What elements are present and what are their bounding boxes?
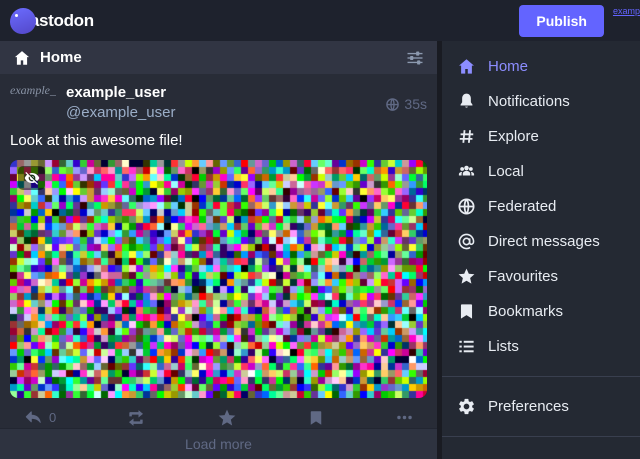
sidebar-item-notifications[interactable]: Notifications (442, 84, 640, 119)
sidebar-item-label: Federated (488, 198, 556, 215)
boost-button[interactable] (126, 408, 146, 428)
mastodon-app: mastodon Publish example Home example_us… (0, 0, 640, 459)
sidebar-item-home[interactable]: Home (442, 49, 640, 84)
bookmark-button[interactable] (307, 409, 325, 427)
sidebar-item-bookmarks[interactable]: Bookmarks (442, 294, 640, 329)
sidebar-item-about[interactable]: About (442, 449, 640, 459)
reply-icon (24, 408, 43, 427)
sidebar-item-label: Favourites (488, 268, 558, 285)
media-attachment[interactable] (10, 160, 427, 398)
ellipsis-icon (395, 408, 414, 427)
sidebar-item-direct-messages[interactable]: Direct messages (442, 224, 640, 259)
columns-area: Home example_user example_user @example_… (0, 41, 640, 459)
sidebar-item-label: Preferences (488, 398, 569, 415)
top-bar: mastodon Publish example (0, 0, 640, 41)
hide-media-button[interactable] (18, 166, 45, 190)
sidebar-divider (442, 376, 640, 377)
sidebar-item-label: Bookmarks (488, 303, 563, 320)
navigation-panel: Home Notifications Explore Local Federat… (442, 41, 640, 459)
status-content: Look at this awesome file! (10, 131, 427, 151)
list-icon (457, 337, 476, 356)
mastodon-logo[interactable]: mastodon (10, 8, 94, 34)
column-settings-button[interactable] (406, 49, 424, 67)
star-icon (457, 267, 476, 286)
bookmark-icon (457, 302, 476, 321)
globe-icon (457, 197, 476, 216)
bookmark-icon (307, 409, 325, 427)
sidebar-item-local[interactable]: Local (442, 154, 640, 189)
sidebar-item-preferences[interactable]: Preferences (442, 389, 640, 424)
status-post: example_user example_user @example_user … (0, 74, 437, 428)
status-meta[interactable]: 35s (385, 83, 427, 123)
topbar-actions: Publish example (519, 0, 640, 41)
sidebar-item-label: Home (488, 58, 528, 75)
avatar[interactable]: example_user (10, 83, 56, 123)
star-icon (217, 408, 237, 428)
sidebar-item-explore[interactable]: Explore (442, 119, 640, 154)
sidebar-item-label: Local (488, 163, 524, 180)
home-icon (457, 57, 476, 76)
account-handle: @example_user (66, 104, 385, 121)
corner-link[interactable]: example (613, 6, 640, 16)
sidebar-item-federated[interactable]: Federated (442, 189, 640, 224)
sidebar-item-label: Direct messages (488, 233, 600, 250)
load-more-button[interactable]: Load more (0, 428, 437, 459)
bell-icon (457, 92, 476, 111)
display-name: example_user (66, 84, 385, 101)
noise-image (10, 160, 427, 398)
account-names[interactable]: example_user @example_user (66, 83, 385, 123)
timestamp: 35s (404, 96, 427, 112)
sliders-icon (406, 49, 424, 67)
eye-off-icon (24, 170, 40, 186)
hash-icon (457, 127, 476, 146)
sidebar-item-favourites[interactable]: Favourites (442, 259, 640, 294)
favourite-button[interactable] (217, 408, 237, 428)
at-icon (457, 232, 476, 251)
sidebar-item-label: Lists (488, 338, 519, 355)
column-title: Home (40, 49, 82, 66)
gear-icon (457, 397, 476, 416)
globe-visibility-icon (385, 97, 400, 112)
users-icon (457, 162, 476, 181)
publish-button[interactable]: Publish (519, 5, 604, 37)
reply-count: 0 (49, 410, 56, 425)
sidebar-item-label: Notifications (488, 93, 570, 110)
sidebar-item-lists[interactable]: Lists (442, 329, 640, 364)
boost-icon (126, 408, 146, 428)
mastodon-logo-icon (10, 8, 36, 34)
reply-button[interactable]: 0 (24, 408, 56, 427)
column-header-home[interactable]: Home (0, 41, 437, 74)
avatar-alt-text: example_user (10, 83, 56, 97)
status-header: example_user example_user @example_user … (10, 83, 427, 123)
status-action-bar: 0 (10, 398, 427, 428)
sidebar-divider (442, 436, 640, 437)
home-column: Home example_user example_user @example_… (0, 41, 437, 459)
sidebar-item-label: Explore (488, 128, 539, 145)
home-icon (13, 49, 31, 67)
more-button[interactable] (395, 408, 414, 427)
